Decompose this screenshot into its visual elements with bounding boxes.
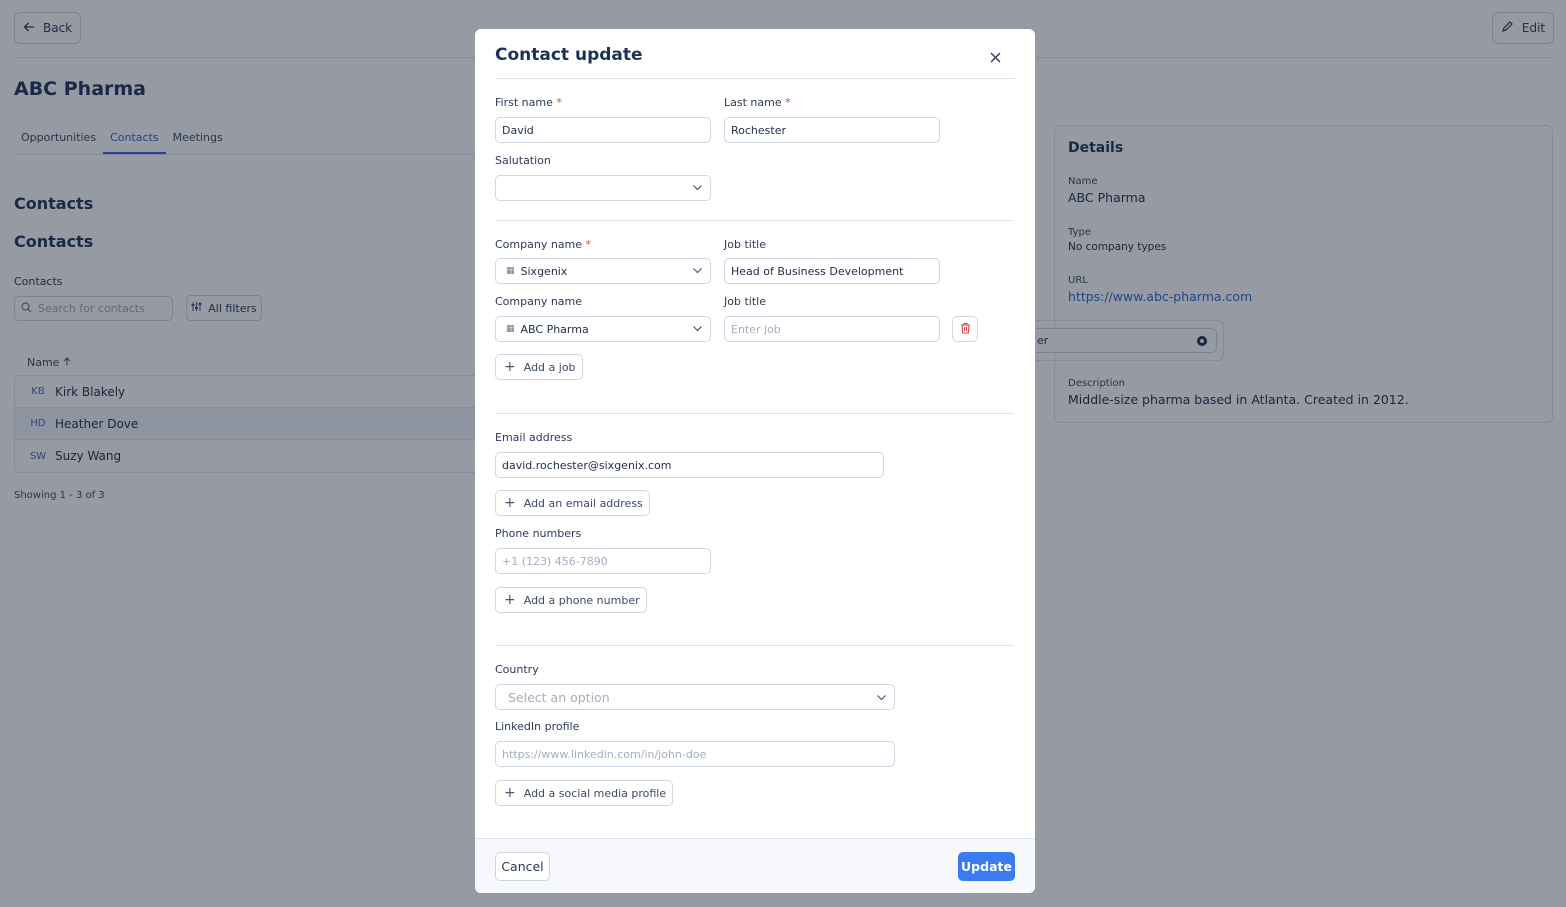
company-select[interactable]: ▦ Sixgenix xyxy=(495,258,711,284)
add-job-button[interactable]: + Add a job xyxy=(495,354,583,380)
divider xyxy=(495,413,1014,414)
add-social-profile-button[interactable]: + Add a social media profile xyxy=(495,780,674,806)
update-button[interactable]: Update xyxy=(958,852,1015,881)
first-name-field[interactable]: David xyxy=(495,117,711,143)
divider xyxy=(495,220,1013,221)
email-label: Email address xyxy=(495,431,573,444)
last-name-field[interactable]: Rochester xyxy=(724,117,940,143)
linkedin-label: LinkedIn profile xyxy=(495,720,580,733)
salutation-label: Salutation xyxy=(495,154,551,167)
company-name-label: Company name * xyxy=(495,238,592,251)
company-name-label: Company name xyxy=(495,295,583,308)
trash-icon xyxy=(960,322,971,337)
linkedin-field[interactable]: https://www.linkedin.com/in/john-doe xyxy=(495,741,895,767)
chevron-down-icon xyxy=(876,691,887,706)
email-field[interactable]: david.rochester@sixgenix.com xyxy=(495,452,884,478)
add-email-button[interactable]: + Add an email address xyxy=(495,490,650,516)
plus-icon: + xyxy=(504,495,516,511)
chevron-down-icon xyxy=(692,182,703,196)
job-title-field[interactable]: Enter job xyxy=(724,316,940,342)
phone-field[interactable]: +1 (123) 456-7890 xyxy=(495,548,711,574)
chevron-down-icon xyxy=(692,265,703,279)
close-icon xyxy=(990,48,1001,67)
cancel-button[interactable]: Cancel xyxy=(495,852,550,881)
job-title-field[interactable]: Head of Business Development xyxy=(724,258,940,284)
country-label: Country xyxy=(495,663,539,676)
divider xyxy=(495,645,1014,646)
building-icon: ▦ xyxy=(506,324,515,334)
plus-icon: + xyxy=(504,359,516,375)
close-button[interactable] xyxy=(987,49,1003,65)
dialog-footer: Cancel Update xyxy=(475,838,1035,893)
plus-icon: + xyxy=(504,785,516,801)
add-phone-button[interactable]: + Add a phone number xyxy=(495,587,647,613)
dialog-title: Contact update xyxy=(495,45,643,65)
phone-label: Phone numbers xyxy=(495,527,582,540)
salutation-select[interactable] xyxy=(495,175,711,201)
first-name-label: First name * xyxy=(495,96,562,109)
company-select[interactable]: ▦ ABC Pharma xyxy=(495,316,711,342)
divider xyxy=(495,78,1015,79)
delete-job-button[interactable] xyxy=(952,316,978,342)
chevron-down-icon xyxy=(692,323,703,337)
building-icon: ▦ xyxy=(506,266,515,276)
job-title-label: Job title xyxy=(724,295,766,308)
country-select[interactable]: Select an option xyxy=(495,684,895,710)
contact-update-dialog: Contact update First name * Last name * … xyxy=(475,29,1035,893)
last-name-label: Last name * xyxy=(724,96,791,109)
job-title-label: Job title xyxy=(724,238,766,251)
plus-icon: + xyxy=(504,592,516,608)
